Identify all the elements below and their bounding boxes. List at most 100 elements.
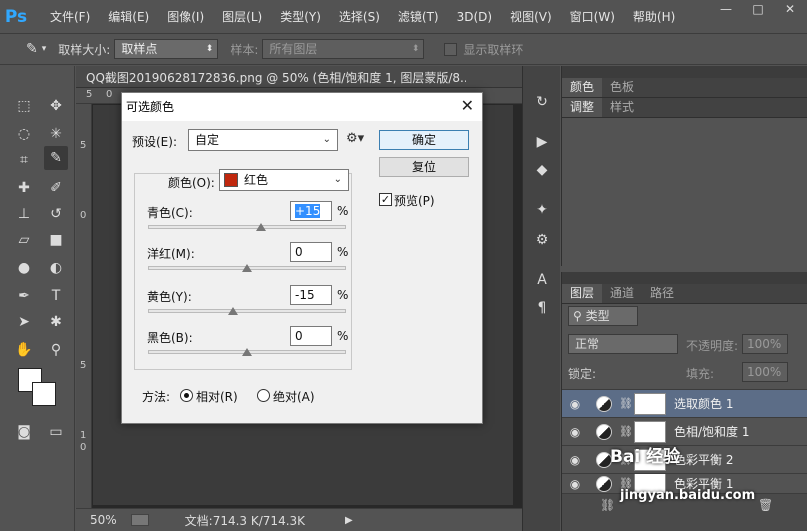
menu-type[interactable]: 类型(Y)	[280, 8, 321, 25]
path-selection-tool-icon[interactable]: ➤	[12, 310, 36, 334]
marquee-tool-icon[interactable]: ⬚	[12, 94, 36, 118]
tool-preset-chevron-icon[interactable]: ▾	[42, 44, 47, 54]
clone-stamp-tool-icon[interactable]: ⊥	[12, 202, 36, 226]
preset-options-gear-icon[interactable]: ⚙▾	[346, 131, 364, 146]
move-tool-icon[interactable]: ✥	[44, 94, 68, 118]
magenta-slider-thumb[interactable]	[242, 264, 252, 272]
properties-panel-icon[interactable]: ⚙	[531, 232, 553, 252]
eyedropper-tool-icon[interactable]: ✎	[26, 41, 38, 57]
sample-size-select[interactable]: 取样点 ⬍	[114, 39, 219, 59]
tab-layers[interactable]: 图层	[562, 284, 603, 303]
layer-row[interactable]: ◉ ⛓ 色相/饱和度 1	[562, 417, 807, 445]
menu-image[interactable]: 图像(I)	[167, 8, 204, 25]
eye-icon[interactable]: ◉	[562, 397, 588, 411]
absolute-radio[interactable]	[257, 389, 270, 402]
layer-name: 选取颜色 1	[674, 397, 734, 411]
menu-layer[interactable]: 图层(L)	[222, 8, 262, 25]
quick-mask-icon[interactable]: ◙	[12, 420, 36, 444]
layer-row[interactable]: ◉ ⛓ 选取颜色 1	[562, 389, 807, 417]
preview-checkbox[interactable]: ✓	[379, 193, 392, 206]
screen-mode-icon[interactable]: ▭	[44, 420, 68, 444]
zoom-level[interactable]: 50%	[90, 513, 117, 527]
sample-select[interactable]: 所有图层 ⬍	[262, 39, 425, 59]
eraser-tool-icon[interactable]: ▱	[12, 228, 36, 252]
magenta-input[interactable]: 0	[290, 242, 332, 262]
gradient-tool-icon[interactable]: ■	[44, 228, 68, 252]
eye-icon[interactable]: ◉	[562, 453, 588, 467]
blur-tool-icon[interactable]: ●	[12, 256, 36, 280]
tab-swatches[interactable]: 色板	[602, 78, 642, 97]
delete-layer-icon[interactable]: 🗑	[758, 498, 773, 512]
relative-radio[interactable]	[180, 389, 193, 402]
menu-edit[interactable]: 编辑(E)	[108, 8, 149, 25]
reset-button[interactable]: 复位	[379, 157, 469, 177]
eye-icon[interactable]: ◉	[562, 477, 588, 491]
opacity-input[interactable]: 100%	[742, 334, 788, 354]
status-menu-arrow-icon[interactable]: ▶	[345, 515, 353, 526]
background-color-swatch[interactable]	[32, 382, 56, 406]
tab-color[interactable]: 颜色	[562, 78, 603, 97]
restore-button[interactable]: □	[745, 0, 771, 18]
layers-tabs: 图层 通道 路径	[562, 284, 807, 304]
character-panel-icon[interactable]: A	[531, 272, 553, 292]
layer-row[interactable]: ◉ ⛓ 色彩平衡 2	[562, 445, 807, 473]
menu-help[interactable]: 帮助(H)	[633, 8, 675, 25]
crop-tool-icon[interactable]: ⌗	[12, 148, 36, 172]
tab-styles[interactable]: 样式	[602, 98, 642, 117]
ok-button[interactable]: 确定	[379, 130, 469, 150]
colors-select[interactable]: 红色 ⌄	[219, 169, 349, 191]
show-sampling-ring-checkbox[interactable]	[444, 42, 458, 56]
pen-tool-icon[interactable]: ✒	[12, 284, 36, 308]
selective-color-dialog: 可选颜色 ✕ 预设(E): 自定 ⌄ ⚙▾ 确定 复位 ✓ 预览(P) 颜色(O…	[121, 92, 483, 424]
magic-wand-tool-icon[interactable]: ✳	[44, 122, 68, 146]
paragraph-panel-icon[interactable]: ¶	[531, 300, 553, 320]
history-brush-tool-icon[interactable]: ↺	[44, 202, 68, 226]
close-window-button[interactable]: ✕	[777, 0, 803, 18]
preset-select[interactable]: 自定 ⌄	[188, 129, 338, 151]
menu-filter[interactable]: 滤镜(T)	[398, 8, 439, 25]
history-panel-icon[interactable]: ↻	[531, 94, 553, 114]
link-layers-icon[interactable]: ⛓	[600, 498, 615, 512]
lasso-tool-icon[interactable]: ◌	[12, 122, 36, 146]
panel-collapse-bar[interactable]	[562, 66, 807, 78]
shape-tool-icon[interactable]: ✱	[44, 310, 68, 334]
hand-tool-icon[interactable]: ✋	[12, 338, 36, 362]
brush-presets-icon[interactable]: ✦	[531, 202, 553, 222]
zoom-tool-icon[interactable]: ⚲	[44, 338, 68, 362]
panel-collapse-bar[interactable]	[562, 272, 807, 284]
3d-panel-icon[interactable]: ◆	[531, 162, 553, 182]
yellow-slider-thumb[interactable]	[228, 307, 239, 315]
tab-adjustments[interactable]: 调整	[562, 98, 603, 117]
link-icon[interactable]: ⛓	[618, 397, 634, 410]
dodge-tool-icon[interactable]: ◐	[44, 256, 68, 280]
layer-filter-select[interactable]: ⚲ 类型	[568, 306, 638, 326]
cyan-input[interactable]: +15	[290, 201, 332, 221]
menu-file[interactable]: 文件(F)	[50, 8, 90, 25]
yellow-slider[interactable]	[148, 309, 346, 313]
document-tab[interactable]: QQ截图20190628172836.png @ 50% (色相/饱和度 1, …	[76, 66, 522, 88]
cyan-slider[interactable]	[148, 225, 346, 229]
eye-icon[interactable]: ◉	[562, 425, 588, 439]
layer-mask-thumbnail[interactable]	[634, 420, 666, 443]
type-tool-icon[interactable]: T	[44, 284, 68, 308]
yellow-input[interactable]: -15	[290, 285, 332, 305]
tab-channels[interactable]: 通道	[602, 284, 642, 303]
layer-mask-thumbnail[interactable]	[634, 392, 666, 415]
menu-window[interactable]: 窗口(W)	[570, 8, 615, 25]
actions-panel-icon[interactable]: ▶	[531, 134, 553, 154]
black-input[interactable]: 0	[290, 326, 332, 346]
menu-select[interactable]: 选择(S)	[339, 8, 380, 25]
menu-view[interactable]: 视图(V)	[510, 8, 552, 25]
brush-tool-icon[interactable]: ✐	[44, 176, 68, 200]
eyedropper-tool-button-icon[interactable]: ✎	[44, 146, 68, 170]
menu-3d[interactable]: 3D(D)	[457, 10, 492, 24]
healing-brush-tool-icon[interactable]: ✚	[12, 176, 36, 200]
tab-paths[interactable]: 路径	[642, 284, 682, 303]
cyan-slider-thumb[interactable]	[255, 223, 266, 231]
minimize-button[interactable]: —	[713, 0, 739, 18]
link-icon[interactable]: ⛓	[618, 425, 634, 438]
close-icon[interactable]: ✕	[461, 96, 474, 115]
blend-mode-select[interactable]: 正常	[568, 334, 678, 354]
black-slider-thumb[interactable]	[242, 348, 252, 356]
fill-input[interactable]: 100%	[742, 362, 788, 382]
